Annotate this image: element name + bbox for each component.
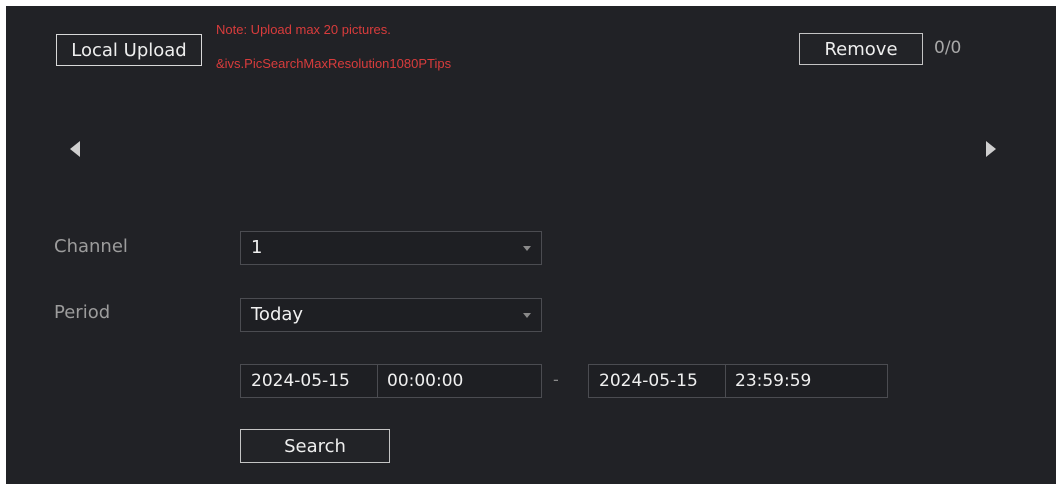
period-value: Today (251, 304, 304, 325)
search-button[interactable]: Search (240, 429, 390, 463)
field-divider (377, 365, 378, 397)
end-datetime-field[interactable]: 2024-05-15 23:59:59 (588, 364, 888, 398)
start-time[interactable]: 00:00:00 (387, 371, 463, 391)
caret-right-icon[interactable] (986, 141, 996, 157)
start-date[interactable]: 2024-05-15 (251, 371, 350, 391)
remove-button[interactable]: Remove (799, 33, 923, 65)
period-label: Period (54, 302, 111, 323)
chevron-down-icon (523, 246, 531, 251)
period-select[interactable]: Today (240, 298, 542, 332)
field-divider (725, 365, 726, 397)
end-time[interactable]: 23:59:59 (735, 371, 811, 391)
channel-select[interactable]: 1 (240, 231, 542, 265)
upload-limit-note: Note: Upload max 20 pictures. (216, 22, 391, 37)
start-datetime-field[interactable]: 2024-05-15 00:00:00 (240, 364, 542, 398)
picture-counter: 0/0 (934, 38, 962, 58)
resolution-tip-note: &ivs.PicSearchMaxResolution1080PTips (216, 56, 452, 71)
end-date[interactable]: 2024-05-15 (599, 371, 698, 391)
chevron-down-icon (523, 313, 531, 318)
local-upload-button[interactable]: Local Upload (56, 34, 202, 66)
channel-value: 1 (251, 237, 263, 258)
caret-left-icon[interactable] (70, 141, 80, 157)
face-search-panel: Local Upload Note: Upload max 20 picture… (6, 6, 1056, 484)
channel-label: Channel (54, 236, 128, 257)
range-separator: - (553, 370, 559, 389)
